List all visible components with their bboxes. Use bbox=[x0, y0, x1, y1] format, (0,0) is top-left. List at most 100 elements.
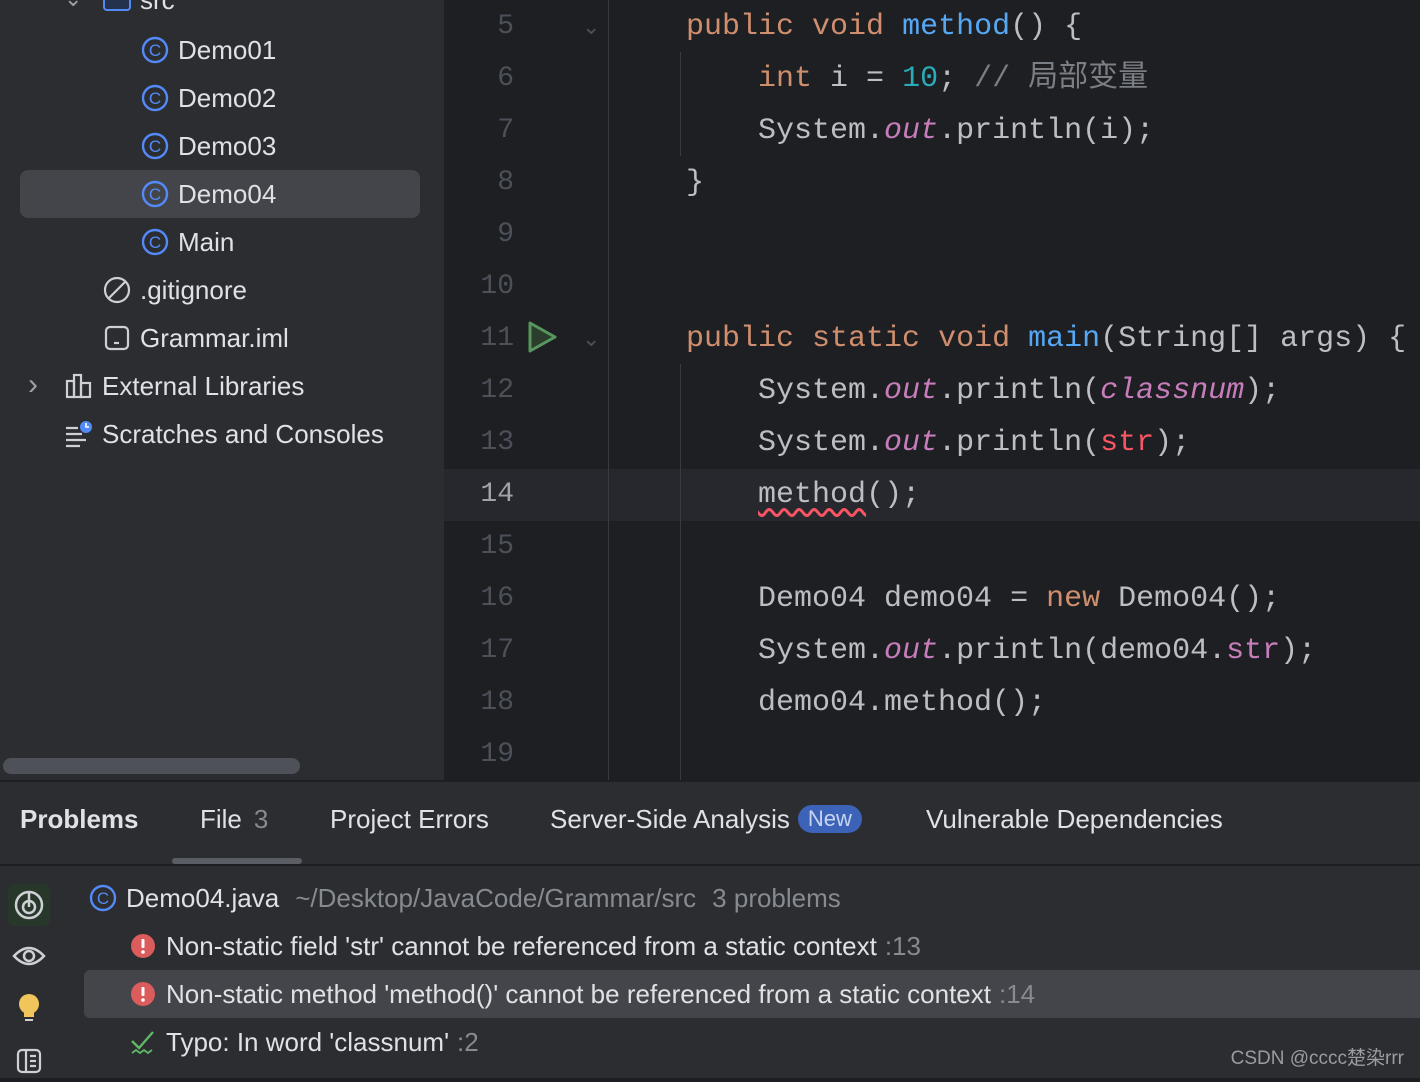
tree-item-external-libraries[interactable]: External Libraries bbox=[64, 362, 304, 410]
run-icon[interactable] bbox=[526, 320, 558, 359]
problem-line: :2 bbox=[457, 1026, 479, 1057]
project-tree: ⌄ src C Demo01 C Demo02 C Demo03 C Demo04 C Main.… bbox=[0, 0, 444, 780]
lightbulb-icon[interactable] bbox=[8, 988, 50, 1030]
code-token: System. bbox=[614, 426, 885, 460]
code-token: (); bbox=[866, 478, 921, 512]
tree-item-main[interactable]: C Main bbox=[140, 218, 234, 266]
code-token: ); bbox=[1244, 374, 1281, 408]
problem-line: :14 bbox=[999, 978, 1036, 1009]
chevron-down-icon[interactable]: ⌄ bbox=[64, 0, 82, 12]
code-token: void bbox=[812, 10, 903, 44]
problem-item[interactable]: Non-static method 'method()' cannot be r… bbox=[84, 970, 1420, 1018]
fold-icon[interactable]: ⌄ bbox=[582, 14, 600, 40]
tree-item-label: Main bbox=[178, 226, 235, 257]
tree-item-label: Grammar.iml bbox=[140, 322, 289, 353]
tab-label: Problems bbox=[20, 804, 139, 834]
code-token: out bbox=[884, 114, 939, 148]
horizontal-scrollbar[interactable] bbox=[3, 758, 300, 774]
problem-item[interactable]: Typo: In word 'classnum':2 bbox=[128, 1018, 479, 1066]
tab-label: Server-Side Analysis bbox=[550, 804, 790, 834]
problem-line: :13 bbox=[884, 930, 921, 961]
indent-guide bbox=[680, 364, 681, 780]
code-editor[interactable]: 5 public void method() {6 int i = 10; //… bbox=[444, 0, 1420, 780]
eye-icon[interactable] bbox=[8, 936, 50, 978]
tree-item-label: .gitignore bbox=[140, 274, 247, 305]
line-number: 15 bbox=[480, 531, 514, 562]
class-icon: C bbox=[140, 131, 170, 161]
typo-icon bbox=[128, 1027, 158, 1057]
tab-file[interactable]: File 3 bbox=[200, 804, 268, 835]
fold-icon[interactable]: ⌄ bbox=[582, 326, 600, 352]
code-line[interactable]: 6 int i = 10; // 局部变量 bbox=[444, 53, 1420, 105]
tab-divider bbox=[0, 864, 1420, 866]
problem-item[interactable]: Non-static field 'str' cannot be referen… bbox=[128, 922, 921, 970]
code-line[interactable]: 19 bbox=[444, 729, 1420, 781]
code-token: System. bbox=[614, 114, 885, 148]
code-token: method bbox=[758, 478, 867, 512]
code-line[interactable]: 9 bbox=[444, 209, 1420, 261]
tree-item-demo04[interactable]: C Demo04 bbox=[20, 170, 420, 218]
new-badge: New bbox=[797, 805, 862, 833]
tree-item--gitignore[interactable]: .gitignore bbox=[102, 266, 247, 314]
line-number: 18 bbox=[480, 687, 514, 718]
code-line[interactable]: 7 System.out.println(i); bbox=[444, 105, 1420, 157]
auto-scan-icon[interactable] bbox=[8, 884, 50, 926]
line-number: 13 bbox=[480, 427, 514, 458]
class-icon: C bbox=[140, 35, 170, 65]
code-text: public static void main(String[] args) { bbox=[614, 313, 1406, 365]
code-text: demo04.method(); bbox=[614, 677, 1046, 729]
code-token: i = bbox=[830, 62, 903, 96]
gutter-separator bbox=[608, 0, 609, 780]
code-line[interactable]: 8 } bbox=[444, 157, 1420, 209]
code-line[interactable]: 14 method(); bbox=[444, 469, 1420, 521]
code-line[interactable]: 16 Demo04 demo04 = new Demo04(); bbox=[444, 573, 1420, 625]
preview-icon[interactable] bbox=[8, 1040, 50, 1082]
code-text: int i = 10; // 局部变量 bbox=[614, 53, 1148, 105]
tree-item-src[interactable]: src bbox=[102, 0, 175, 24]
code-token: 10 bbox=[902, 62, 939, 96]
class-icon: C bbox=[140, 179, 170, 209]
code-line[interactable]: 13 System.out.println(str); bbox=[444, 417, 1420, 469]
line-number: 19 bbox=[480, 739, 514, 770]
problem-text: Non-static method 'method()' cannot be r… bbox=[166, 978, 991, 1009]
library-icon bbox=[64, 371, 94, 401]
code-text: method(); bbox=[614, 469, 920, 521]
line-number: 7 bbox=[497, 115, 514, 146]
code-token: method bbox=[902, 10, 1011, 44]
line-number: 5 bbox=[497, 11, 514, 42]
problem-file-row[interactable]: C Demo04.java ~/Desktop/JavaCode/Grammar… bbox=[88, 874, 841, 922]
code-token: ); bbox=[1154, 426, 1191, 460]
tree-item-label: Demo02 bbox=[178, 82, 277, 113]
code-token: classnum bbox=[1100, 374, 1245, 408]
code-token: System. bbox=[614, 374, 885, 408]
tab-problems[interactable]: Problems bbox=[20, 804, 139, 835]
tab-label: Project Errors bbox=[330, 804, 489, 834]
code-line[interactable]: 18 demo04.method(); bbox=[444, 677, 1420, 729]
code-line[interactable]: 10 bbox=[444, 261, 1420, 313]
tab-vulnerable-dependencies[interactable]: Vulnerable Dependencies bbox=[926, 804, 1223, 835]
tree-item-demo01[interactable]: C Demo01 bbox=[140, 26, 276, 74]
code-line[interactable]: 17 System.out.println(demo04.str); bbox=[444, 625, 1420, 677]
tree-item-demo02[interactable]: C Demo02 bbox=[140, 74, 276, 122]
chevron-right-icon[interactable]: › bbox=[28, 368, 38, 402]
code-token: // 局部变量 bbox=[974, 62, 1149, 96]
tab-server-side-analysis[interactable]: Server-Side Analysis New bbox=[550, 804, 862, 835]
indent-guide bbox=[680, 52, 681, 156]
code-line[interactable]: 12 System.out.println(classnum); bbox=[444, 365, 1420, 417]
code-text: public void method() { bbox=[614, 1, 1082, 53]
class-icon: C bbox=[140, 227, 170, 257]
file-path: ~/Desktop/JavaCode/Grammar/src bbox=[295, 882, 697, 913]
ignore-file-icon bbox=[102, 275, 132, 305]
tree-item-demo03[interactable]: C Demo03 bbox=[140, 122, 276, 170]
tree-item-grammar-iml[interactable]: Grammar.iml bbox=[102, 314, 289, 362]
code-token: new bbox=[1046, 582, 1119, 616]
svg-text:C: C bbox=[149, 185, 161, 204]
line-number: 14 bbox=[480, 479, 514, 510]
class-icon: C bbox=[140, 83, 170, 113]
tree-item-scratches-and-consoles[interactable]: Scratches and Consoles bbox=[64, 410, 384, 458]
tab-project-errors[interactable]: Project Errors bbox=[330, 804, 489, 835]
code-line[interactable]: 15 bbox=[444, 521, 1420, 573]
